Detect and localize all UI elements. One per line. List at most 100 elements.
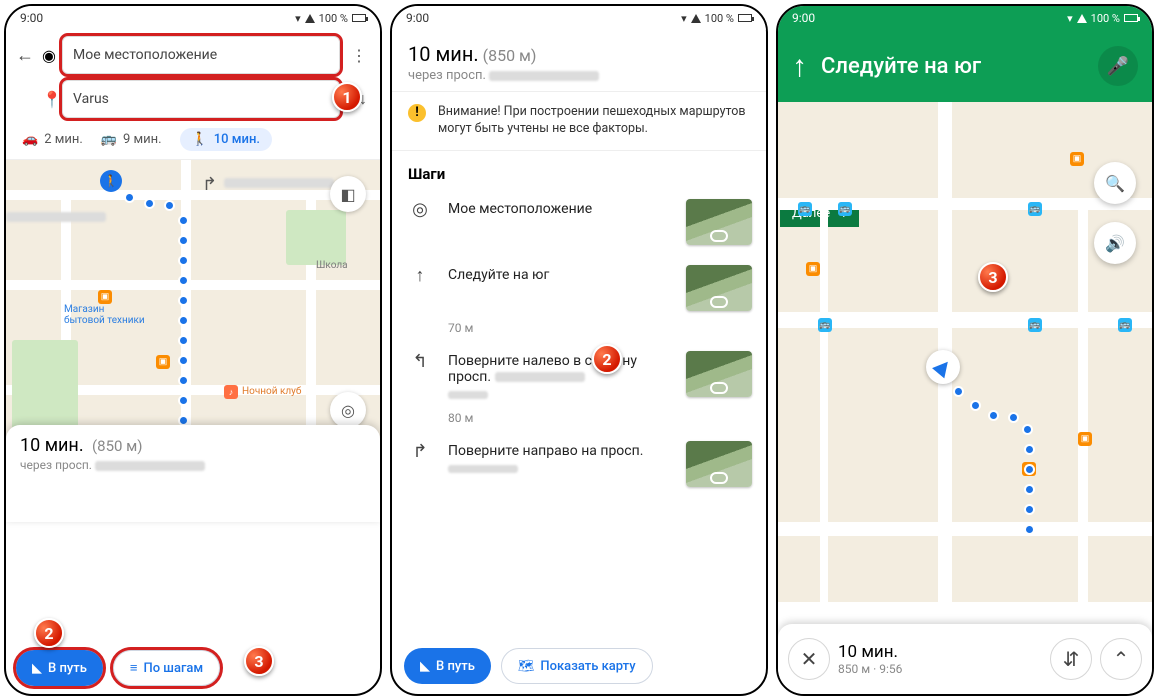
- search-fab[interactable]: 🔍: [1094, 162, 1136, 204]
- bus-stop-icon[interactable]: 🚌: [1028, 318, 1042, 332]
- my-location-icon: ◎: [406, 199, 434, 220]
- streetview-thumb[interactable]: [686, 441, 752, 487]
- step-text: Поверните направо на просп.: [448, 441, 672, 475]
- expand-sheet-button[interactable]: ⌃: [1100, 638, 1142, 680]
- back-icon[interactable]: ←: [14, 45, 36, 66]
- poi-shop-label: Магазин бытовой техники: [64, 304, 145, 326]
- route-summary-sheet[interactable]: 10 мин. (850 м) через просп.: [6, 425, 380, 522]
- status-bar: 9:00 ▾ 100 %: [392, 6, 766, 30]
- destination-value: Varus: [73, 91, 109, 107]
- alternate-routes-button[interactable]: ⇵: [1050, 638, 1092, 680]
- warning-banner: ! Внимание! При построении пешеходных ма…: [392, 91, 766, 151]
- mode-transit[interactable]: 🚌9 мин.: [101, 132, 162, 147]
- nav-sub: 850 м · 9:56: [838, 662, 1042, 676]
- my-location-button[interactable]: ◎: [330, 392, 366, 428]
- map-canvas[interactable]: 🚶 ↱ Varus ▣ Магазин бытовой техники ♪ Но…: [6, 160, 380, 522]
- routes-icon: ⇵: [1063, 647, 1080, 671]
- car-icon: 🚗: [22, 132, 38, 147]
- wifi-icon: ▾: [681, 12, 687, 25]
- annotation-badge-1: 1: [332, 82, 362, 112]
- step-item[interactable]: ↰ Поверните налево в сторону просп.: [392, 341, 766, 411]
- arrow-up-icon: ↑: [406, 265, 434, 286]
- route-via: через просп.: [408, 68, 750, 83]
- step-text: Поверните налево в сторону просп.: [448, 351, 672, 401]
- layers-button[interactable]: ◧: [330, 176, 366, 212]
- step-text: Следуйте на юг: [448, 265, 672, 283]
- step-item[interactable]: ↑ Следуйте на юг: [392, 255, 766, 321]
- walk-icon: 🚶: [192, 132, 208, 147]
- poi-club-label: Ночной клуб: [242, 386, 301, 397]
- clock: 9:00: [20, 11, 43, 25]
- mode-car[interactable]: 🚗2 мин.: [22, 132, 83, 147]
- bus-stop-icon[interactable]: 🚌: [1118, 318, 1132, 332]
- navigation-instruction: Следуйте на юг: [821, 54, 981, 79]
- streetview-thumb[interactable]: [686, 265, 752, 311]
- close-navigation-button[interactable]: ✕: [788, 638, 830, 680]
- navigate-icon: ◣: [420, 659, 430, 674]
- origin-input[interactable]: Мое местоположение: [62, 36, 340, 74]
- annotation-badge-3: 3: [244, 646, 274, 676]
- poi-icon[interactable]: ▣: [156, 355, 170, 369]
- destination-input[interactable]: Varus: [62, 80, 340, 118]
- route-time-heading: 10 мин.(850 м): [408, 42, 750, 66]
- poi-icon[interactable]: ▣: [1070, 152, 1084, 166]
- steps-button[interactable]: ≡ По шагам: [113, 650, 220, 686]
- poi-shop-icon[interactable]: ▣: [98, 290, 112, 304]
- battery-pct: 100 %: [705, 12, 734, 25]
- annotation-badge-2: 2: [592, 344, 622, 374]
- nav-time: 10 мин.: [838, 642, 1042, 662]
- sound-fab[interactable]: 🔊: [1094, 222, 1136, 264]
- more-icon[interactable]: ⋮: [351, 46, 367, 65]
- battery-icon: [1124, 14, 1138, 22]
- signal-icon: [1077, 14, 1087, 23]
- navigation-cursor: [926, 350, 960, 384]
- bus-stop-icon[interactable]: 🚌: [838, 202, 852, 216]
- battery-icon: [738, 14, 752, 22]
- poi-icon[interactable]: ▣: [806, 262, 820, 276]
- navigation-summary: 10 мин. 850 м · 9:56: [838, 642, 1042, 676]
- step-item[interactable]: ◎ Мое местоположение: [392, 189, 766, 255]
- search-icon: 🔍: [1105, 174, 1125, 193]
- navigation-map[interactable]: Далее ↰ 🚌 🚌 🚌 🚌 🚌 🚌 ▣ ▣ ▣ ▣: [778, 102, 1152, 602]
- clock: 9:00: [406, 11, 429, 25]
- battery-icon: [352, 14, 366, 22]
- navigation-header: ↑ Следуйте на юг 🎤: [778, 30, 1152, 102]
- origin-value: Мое местоположение: [73, 47, 217, 63]
- chevron-up-icon: ⌃: [1113, 647, 1130, 671]
- navigate-icon: ◣: [32, 661, 42, 676]
- direction-arrow-icon: ↑: [792, 49, 807, 84]
- wifi-icon: ▾: [295, 12, 301, 25]
- show-map-button[interactable]: 🗺 Показать карту: [501, 648, 653, 684]
- walk-route-badge: 🚶: [100, 170, 122, 192]
- battery-pct: 100 %: [1091, 12, 1120, 25]
- battery-pct: 100 %: [319, 12, 348, 25]
- start-navigation-button[interactable]: ◣ В путь: [16, 650, 103, 686]
- step-item[interactable]: ↱ Поверните направо на просп.: [392, 431, 766, 497]
- streetview-thumb[interactable]: [686, 351, 752, 397]
- start-navigation-button[interactable]: ◣ В путь: [404, 648, 491, 684]
- step-text: Мое местоположение: [448, 199, 672, 217]
- poi-club-icon[interactable]: ♪: [224, 385, 238, 399]
- steps-heading: Шаги: [392, 151, 766, 189]
- bus-stop-icon[interactable]: 🚌: [798, 202, 812, 216]
- status-bar: 9:00 ▾ 100 %: [778, 6, 1152, 30]
- wifi-icon: ▾: [1067, 12, 1073, 25]
- warning-text: Внимание! При построении пешеходных марш…: [438, 104, 750, 138]
- origin-dot-icon: ◉: [42, 46, 56, 65]
- step-distance: 70 м: [392, 321, 766, 341]
- navigation-bottom-sheet[interactable]: ✕ 10 мин. 850 м · 9:56 ⇵ ⌃: [778, 624, 1152, 694]
- annotation-badge-3: 3: [978, 262, 1008, 292]
- list-icon: ≡: [130, 660, 138, 676]
- bus-stop-icon[interactable]: 🚌: [818, 318, 832, 332]
- poi-school-label: Школа: [316, 260, 348, 271]
- route-time: 10 мин. (850 м): [20, 435, 366, 456]
- bus-stop-icon[interactable]: 🚌: [1028, 202, 1042, 216]
- streetview-thumb[interactable]: [686, 199, 752, 245]
- poi-icon[interactable]: ▣: [1078, 432, 1092, 446]
- mode-walk[interactable]: 🚶10 мин.: [180, 128, 272, 151]
- map-icon: 🗺: [518, 659, 535, 674]
- transit-icon: 🚌: [101, 132, 117, 147]
- voice-button[interactable]: 🎤: [1098, 46, 1138, 86]
- travel-mode-tabs: 🚗2 мин. 🚌9 мин. 🚶10 мин.: [6, 122, 380, 160]
- signal-icon: [691, 14, 701, 23]
